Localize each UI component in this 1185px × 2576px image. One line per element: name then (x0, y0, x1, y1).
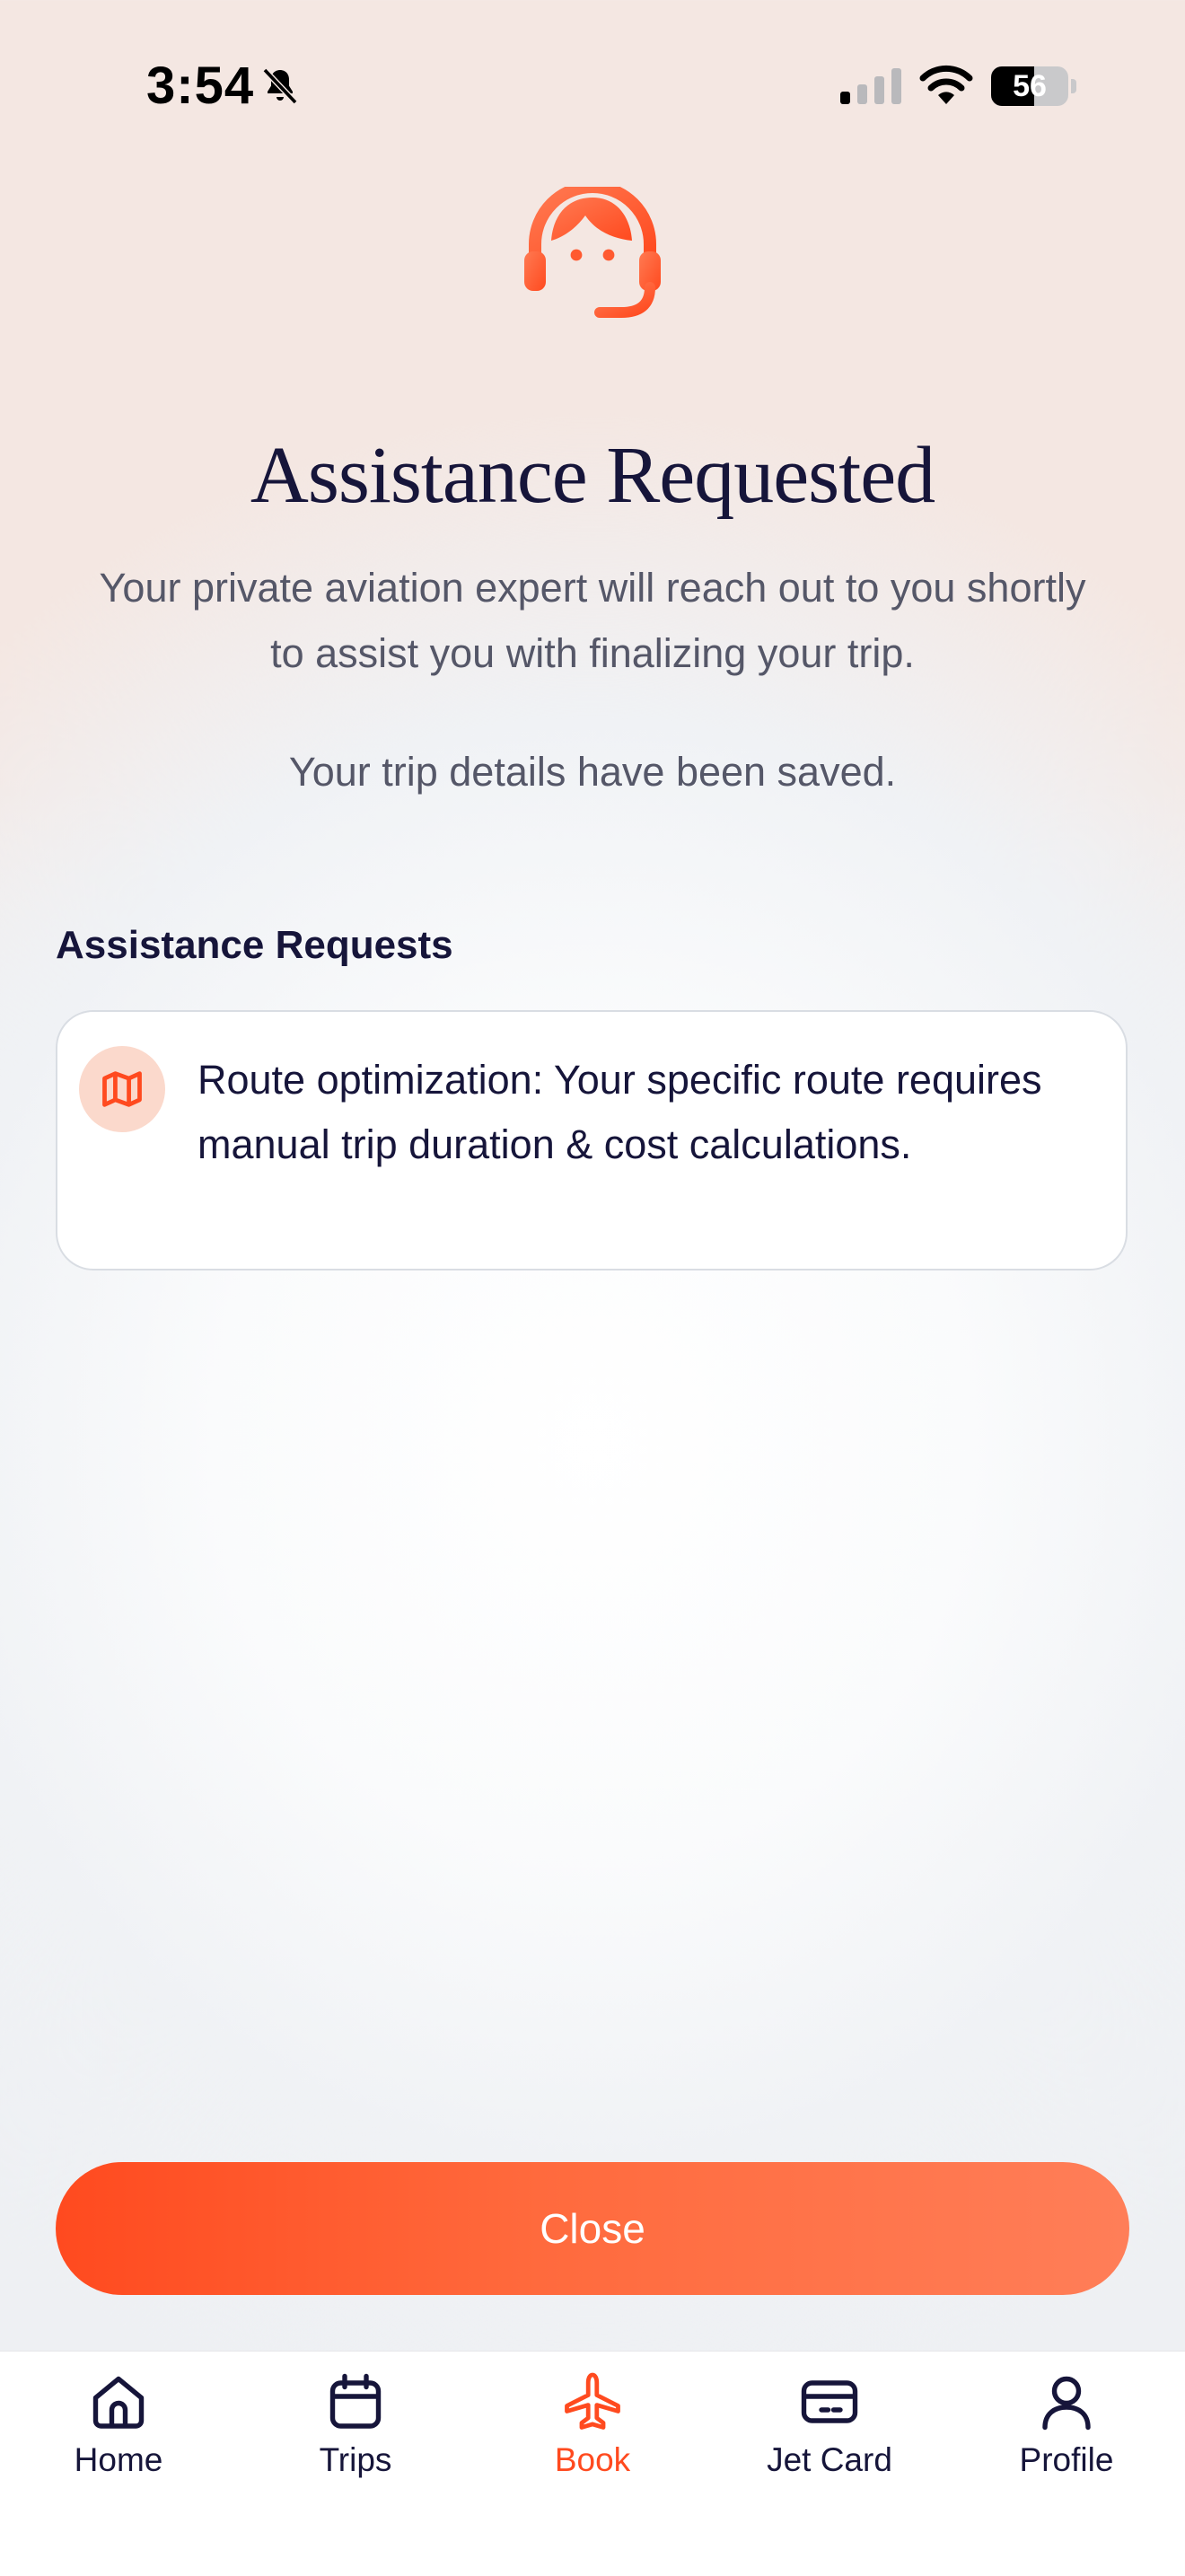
saved-note: Your trip details have been saved. (288, 749, 897, 795)
tab-label-jet-card: Jet Card (767, 2441, 892, 2478)
assistance-request-card: Route optimization: Your specific route … (56, 1010, 1128, 1270)
battery-percentage: 56 (1013, 69, 1047, 103)
page-title: Assistance Requested (250, 431, 935, 520)
tab-label-book: Book (554, 2441, 631, 2478)
close-button[interactable]: Close (56, 2162, 1129, 2295)
bell-slash-icon (262, 67, 298, 105)
status-time: 3:54 (146, 57, 255, 115)
tab-home[interactable]: Home (0, 2352, 237, 2531)
page-subtitle: Your private aviation expert will reach … (99, 565, 1086, 676)
wifi-icon (919, 65, 973, 104)
tab-label-home: Home (74, 2441, 163, 2478)
user-icon (1042, 2376, 1091, 2431)
battery-icon: 56 (991, 66, 1077, 106)
calendar-icon (329, 2373, 382, 2429)
tab-jet-card[interactable]: Jet Card (711, 2352, 948, 2531)
customer-support-icon (524, 187, 661, 318)
status-bar: 3:54 56 (0, 0, 1185, 171)
home-icon (92, 2376, 145, 2429)
tab-label-profile: Profile (1019, 2441, 1114, 2478)
tab-bar: Home Trips Book Jet Card Profile (0, 2351, 1185, 2576)
request-icon-badge (79, 1046, 165, 1132)
card-icon (801, 2380, 858, 2423)
section-heading: Assistance Requests (56, 923, 453, 967)
tab-book[interactable]: Book (474, 2352, 711, 2531)
map-icon (102, 1071, 142, 1107)
tab-label-trips: Trips (319, 2441, 392, 2478)
tab-profile[interactable]: Profile (948, 2352, 1185, 2531)
airplane-icon (565, 2372, 620, 2430)
request-text: Route optimization: Your specific route … (198, 1057, 1042, 1167)
tab-trips[interactable]: Trips (237, 2352, 474, 2531)
cellular-signal-icon (840, 68, 901, 104)
